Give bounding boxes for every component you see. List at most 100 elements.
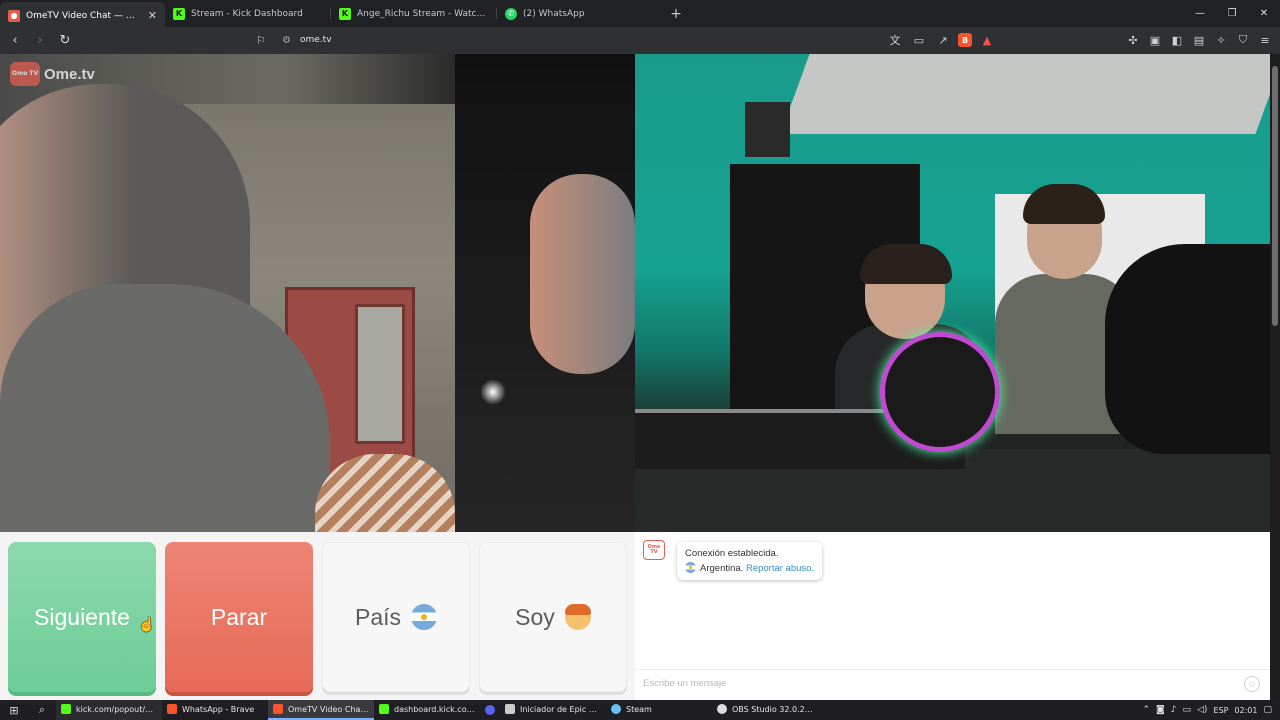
taskbar-app-epic-games[interactable]: Iniciador de Epic Ga... [500, 700, 606, 720]
tab-search-icon[interactable]: ▤ [1190, 31, 1208, 49]
taskbar-app-steam[interactable]: Steam [606, 700, 712, 720]
share-icon[interactable]: ↗ [934, 31, 952, 49]
tab-title: Stream - Kick Dashboard [191, 8, 303, 19]
brave-rewards-icon[interactable]: ▲ [978, 31, 996, 49]
menu-icon[interactable]: ≡ [1256, 31, 1274, 49]
ometv-page: Ome TV Ome.tv Siguiente ☝ Parar País Soy… [0, 54, 1270, 700]
taskbar-app-whatsapp[interactable]: WhatsApp - Brave [162, 700, 268, 720]
tab-title: OmeTV Video Chat — Omegl [26, 10, 142, 21]
self-video [635, 54, 1270, 532]
microphone-icon[interactable]: ♪ [1171, 705, 1177, 715]
taskbar-app-obs[interactable]: OBS Studio 32.0.2 - P... [712, 700, 818, 720]
next-button[interactable]: Siguiente ☝ [8, 542, 156, 692]
language-indicator[interactable]: ESP [1213, 706, 1228, 715]
tab-kick-stream[interactable]: K Ange_Richu Stream - Watch Live on [331, 0, 496, 27]
address-bar[interactable]: ⚐ ⚙ ome.tv 文 ▭ ↗ B ▲ [256, 29, 996, 51]
browser-toolbar: ‹ › ↻ ⚐ ⚙ ome.tv 文 ▭ ↗ B ▲ ✣ ▣ ◧ ▤ ✧ ⛉ ≡ [0, 27, 1280, 54]
discord-icon [485, 705, 495, 715]
sidebar-icon[interactable]: ◧ [1168, 31, 1186, 49]
kick-icon [61, 704, 71, 714]
steam-icon [611, 704, 621, 714]
address-text[interactable]: ome.tv [300, 35, 332, 45]
leo-ai-icon[interactable]: ✧ [1212, 31, 1230, 49]
back-icon[interactable]: ‹ [5, 31, 25, 51]
close-icon[interactable]: ✕ [148, 9, 157, 22]
boy-icon [564, 604, 591, 630]
whatsapp-icon: ✆ [505, 7, 517, 20]
tab-title: (2) WhatsApp [523, 8, 585, 19]
kick-icon: K [339, 7, 351, 20]
ometv-logo-text: Ome.tv [44, 65, 95, 83]
cast-icon[interactable]: ▭ [910, 31, 928, 49]
taskbar-app-discord[interactable] [480, 700, 500, 720]
video-door-window [355, 304, 405, 444]
extensions-icon[interactable]: ✣ [1124, 31, 1142, 49]
chevron-up-icon[interactable]: ⌃ [1142, 705, 1150, 715]
country-button[interactable]: País [322, 542, 470, 692]
video-hand [530, 174, 635, 374]
brave-shields-icon[interactable]: B [958, 33, 972, 47]
clock[interactable]: 02:01 [1234, 706, 1257, 715]
report-abuse-link[interactable]: Reportar abuso. [746, 563, 814, 574]
taskbar-app-label: kick.com/popout/an... [76, 704, 157, 714]
wallet-icon[interactable]: ▣ [1146, 31, 1164, 49]
windows-taskbar: ⊞ ⌕ kick.com/popout/an... WhatsApp - Bra… [0, 700, 1280, 720]
ometv-logo-badge: Ome TV [10, 62, 40, 86]
emoji-icon[interactable]: ☺ [1244, 676, 1260, 692]
ometv-chat-avatar: Ome TV [643, 540, 665, 560]
taskbar-app-kick-popout[interactable]: kick.com/popout/an... [56, 700, 162, 720]
argentina-flag-icon [685, 562, 696, 573]
notifications-icon[interactable]: ▢ [1263, 705, 1272, 715]
close-window-icon[interactable]: ✕ [1248, 0, 1280, 27]
volume-icon[interactable]: ◁) [1197, 705, 1207, 715]
browser-tabstrip: ● OmeTV Video Chat — Omegl ✕ K Stream - … [0, 0, 1280, 29]
taskbar-app-ometv[interactable]: OmeTV Video Chat ... [268, 700, 374, 720]
obs-icon [717, 704, 727, 714]
tab-whatsapp[interactable]: ✆ (2) WhatsApp [497, 0, 662, 27]
video-ceiling [780, 54, 1270, 134]
video-poster [745, 102, 790, 157]
search-icon[interactable]: ⌕ [28, 700, 56, 720]
next-button-label: Siguiente [34, 603, 130, 630]
system-tray: ⌃ ◙ ♪ ▭ ◁) ESP 02:01 ▢ [1142, 705, 1280, 715]
taskbar-app-label: WhatsApp - Brave [182, 704, 255, 714]
taskbar-app-label: Steam [626, 704, 652, 714]
brave-icon [167, 704, 177, 714]
hand-cursor-icon: ☝ [138, 616, 156, 632]
camera-icon[interactable]: ◙ [1156, 705, 1165, 715]
taskbar-app-label: Iniciador de Epic Ga... [520, 704, 601, 714]
controls-panel: Siguiente ☝ Parar País Soy [0, 532, 635, 700]
stranger-country: Argentina. [700, 563, 744, 574]
chat-input-placeholder[interactable]: Escribe un mensaje [643, 678, 726, 689]
stop-button[interactable]: Parar [165, 542, 313, 692]
chat-panel: Ome TV Conexión establecida. Argentina. … [635, 532, 1270, 700]
taskbar-app-kick-dashboard[interactable]: dashboard.kick.com... [374, 700, 480, 720]
gender-button[interactable]: Soy [479, 542, 627, 692]
tab-ometv[interactable]: ● OmeTV Video Chat — Omegl ✕ [0, 2, 165, 29]
argentina-flag-icon [411, 604, 438, 630]
tab-kick-dashboard[interactable]: K Stream - Kick Dashboard [165, 0, 330, 27]
translate-icon[interactable]: 文 [886, 31, 904, 49]
minimize-icon[interactable]: — [1184, 0, 1216, 27]
start-menu-icon[interactable]: ⊞ [0, 700, 28, 720]
video-arm [1105, 244, 1270, 454]
video-light [480, 379, 506, 405]
forward-icon[interactable]: › [30, 31, 50, 51]
reload-icon[interactable]: ↻ [55, 31, 75, 51]
page-scrollbar[interactable] [1270, 54, 1280, 700]
ometv-logo: Ome TV Ome.tv [10, 62, 95, 86]
scrollbar-thumb[interactable] [1272, 66, 1278, 326]
bookmark-icon[interactable]: ⚐ [256, 34, 274, 47]
connection-status: Conexión establecida. [685, 548, 779, 559]
kick-icon [379, 704, 389, 714]
site-info-icon[interactable]: ⚙ [282, 35, 300, 46]
window-controls: — ❐ ✕ [1184, 0, 1280, 27]
chat-input[interactable]: Escribe un mensaje ☺ [635, 669, 1270, 697]
ome-tv-icon: ● [8, 9, 20, 22]
restore-icon[interactable]: ❐ [1216, 0, 1248, 27]
vpn-icon[interactable]: ⛉ [1234, 31, 1252, 49]
browser-right-tools: ✣ ▣ ◧ ▤ ✧ ⛉ ≡ [1124, 31, 1274, 49]
network-icon[interactable]: ▭ [1183, 705, 1192, 715]
new-tab-button[interactable]: + [662, 0, 690, 27]
video-person-front-hair [860, 244, 952, 284]
